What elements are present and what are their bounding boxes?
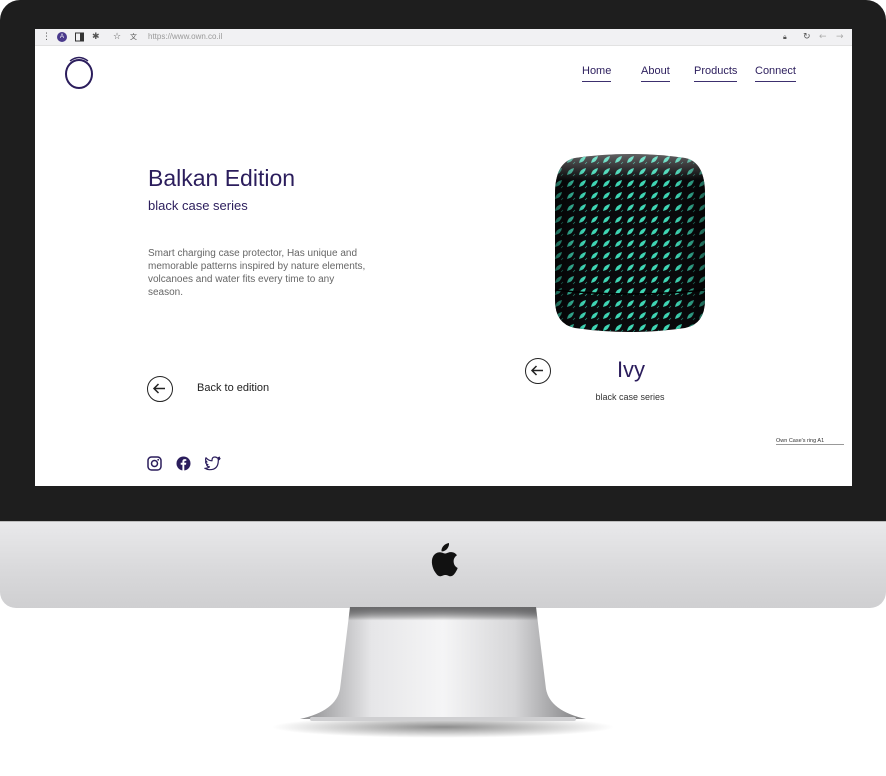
product-case-image [554,154,706,332]
url-field[interactable]: https://www.own.co.il [148,31,222,43]
nav-products[interactable]: Products [694,65,738,82]
browser-toolbar: ⋮ A ✱ ☆ 文 https://www.own.co.il 🔒︎ ↻ ← → [35,29,852,46]
instagram-icon[interactable] [147,456,162,471]
previous-product-button[interactable] [525,358,551,384]
avatar-icon[interactable]: A [57,32,67,42]
page-title: Balkan Edition [148,165,296,191]
reload-icon[interactable]: ↻ [803,32,811,42]
forward-icon[interactable]: → [836,32,844,42]
translate-icon[interactable]: 文 [130,32,137,42]
product-name: Ivy [616,357,646,382]
arrow-left-icon [530,365,543,376]
page-subtitle: black case series [148,198,248,213]
star-icon[interactable]: ☆ [113,32,121,42]
nav-home[interactable]: Home [582,65,612,82]
lock-icon: 🔒︎ [783,33,787,41]
facebook-icon[interactable] [176,456,191,471]
twitter-icon[interactable] [204,456,221,471]
nav-about[interactable]: About [641,65,670,82]
arrow-left-icon [152,383,165,394]
extensions-icon[interactable]: ✱ [92,32,100,42]
menu-dots-icon[interactable]: ⋮ [42,32,51,42]
product-description: Smart charging case protector, Has uniqu… [148,248,366,298]
sidebar-icon[interactable] [75,32,84,42]
back-to-edition-button[interactable] [147,376,173,402]
own-logo[interactable] [63,55,95,91]
monitor-stand [300,607,586,721]
back-to-edition-link[interactable]: Back to edition [197,382,269,394]
product-caption: Own Case's ring A1 [776,438,845,445]
nav-connect[interactable]: Connect [755,65,796,82]
product-series: black case series [595,392,665,402]
back-icon[interactable]: ← [819,32,827,42]
browser-screen: ⋮ A ✱ ☆ 文 https://www.own.co.il 🔒︎ ↻ ← →… [35,29,852,486]
apple-logo-icon [431,543,458,577]
